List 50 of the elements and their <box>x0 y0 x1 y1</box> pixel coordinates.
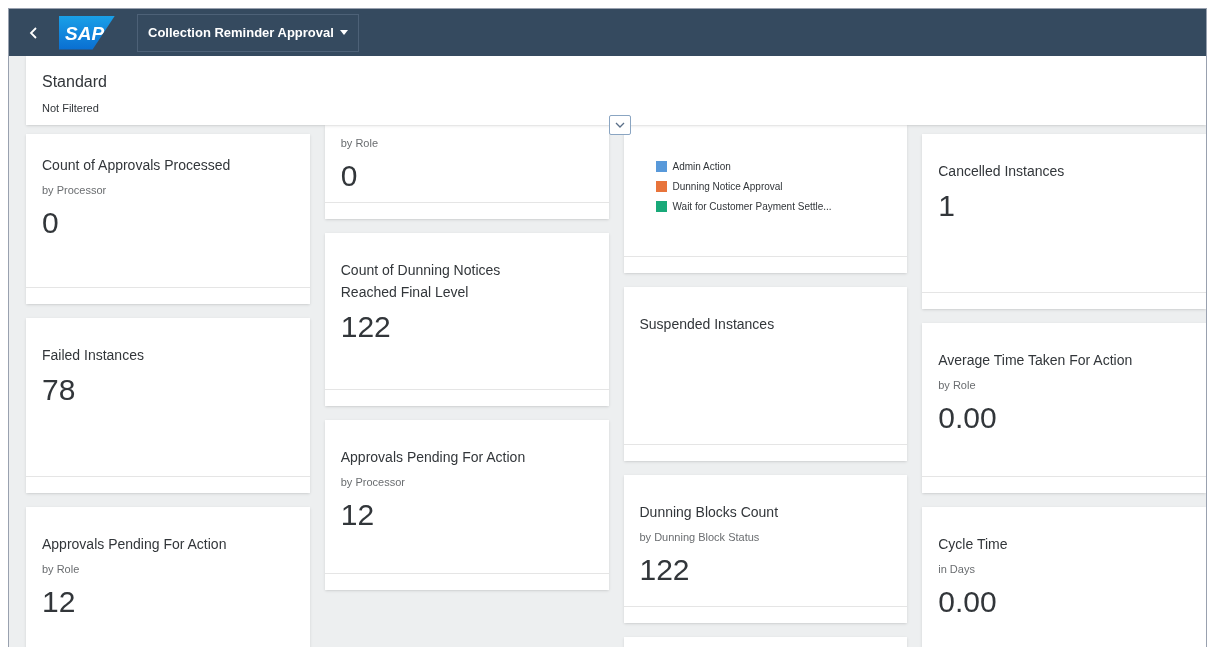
tile-card[interactable]: Count of Approvals Processed by Processor 0 <box>26 134 310 304</box>
kpi-value: 122 <box>639 551 691 588</box>
tile-card[interactable]: Cancelled Instances 1 <box>922 134 1206 309</box>
tile-title: Count of Dunning Notices Reached Final Level <box>340 261 502 302</box>
kpi-value: 0 <box>340 157 359 194</box>
tile-card[interactable]: Count of Dunning Notices Reached Final Level 122 <box>324 233 609 406</box>
tile-subtitle: by Role <box>938 378 977 393</box>
tile-card[interactable]: Approvals Pending For Action by Processor 12 <box>324 420 609 590</box>
variant-name[interactable]: Standard <box>42 70 1190 94</box>
tile-title: Count of Approvals Processed <box>42 156 232 175</box>
tile-title: Suspended Instances <box>639 315 776 334</box>
app-title-menu[interactable]: Collection Reminder Approval <box>137 13 359 52</box>
collapse-header-button[interactable] <box>609 115 631 135</box>
tile-subtitle: by Processor <box>340 475 406 490</box>
tile-title: Cycle Time <box>938 535 1009 554</box>
tile-card[interactable]: Admin Action Dunning Notice Approval Wait for Customer Payment Settle... <box>623 125 908 273</box>
tile-subtitle: by Processor <box>42 183 108 198</box>
tile-title: Dunning Blocks Count <box>639 503 780 522</box>
tile-card[interactable]: by Role 0 <box>324 125 609 219</box>
tile-card[interactable]: Approvals Pending For Action by Role 12 <box>26 507 310 647</box>
tile-title: Failed Instances <box>42 346 145 365</box>
kpi-value: 12 <box>340 496 376 533</box>
tile-title: Cancelled Instances <box>938 162 1066 181</box>
tile-subtitle: by Dunning Block Status <box>639 530 761 545</box>
kpi-value: 12 <box>42 583 77 620</box>
tile-card[interactable]: Average Time Taken For Action by Role 0.00 <box>922 323 1206 493</box>
legend-label: Wait for Customer Payment Settle... <box>672 200 832 214</box>
tile-subtitle: by Role <box>42 562 81 577</box>
sap-logo[interactable]: SAP <box>59 15 115 50</box>
kpi-value: 0.00 <box>938 583 998 620</box>
tile-card[interactable]: Suspended Instances <box>623 287 908 461</box>
tile-title: Approvals Pending For Action <box>42 535 228 554</box>
caret-down-icon <box>339 30 348 35</box>
kpi-value: 0 <box>42 204 60 241</box>
legend-label: Dunning Notice Approval <box>672 180 783 194</box>
kpi-value: 0.00 <box>938 399 998 436</box>
tile-card[interactable]: Cycle Time in Days 0.00 <box>922 507 1206 647</box>
tile-subtitle: in Days <box>938 562 976 577</box>
chevron-down-icon <box>615 122 625 128</box>
tile-title: Approvals Pending For Action <box>340 448 527 467</box>
tile-card[interactable]: Failed Instances 78 <box>26 318 310 493</box>
tile-card[interactable]: Dunning Blocks Count by Dunning Block Status 122 <box>623 475 908 623</box>
tile-subtitle: by Role <box>340 136 380 151</box>
tile-title: Average Time Taken For Action <box>938 351 1134 370</box>
kpi-value: 122 <box>340 309 392 345</box>
filter-status: Not Filtered <box>42 101 100 116</box>
back-icon[interactable] <box>29 26 37 39</box>
kpi-value: 1 <box>938 188 956 224</box>
legend-label: Admin Action <box>672 160 731 174</box>
kpi-value: 78 <box>42 372 77 408</box>
